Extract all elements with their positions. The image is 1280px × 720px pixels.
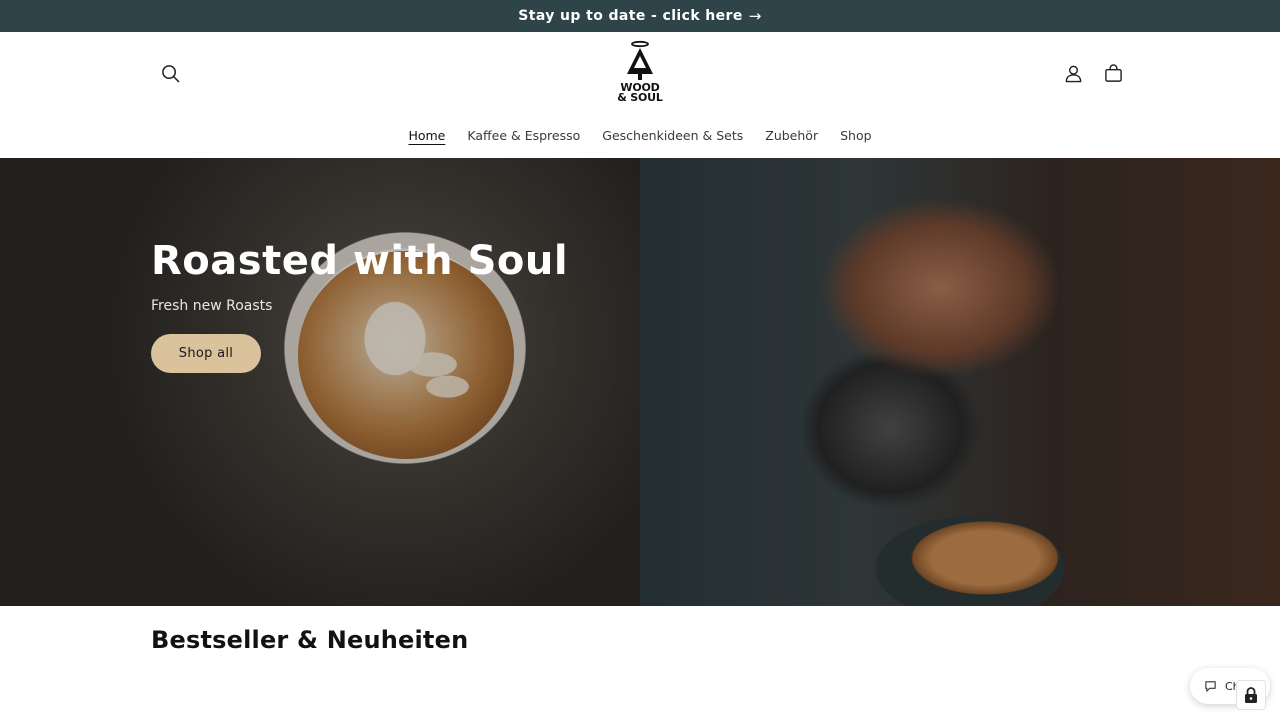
announcement-text: Stay up to date - click here xyxy=(518,8,743,24)
search-icon xyxy=(161,64,179,82)
account-button[interactable] xyxy=(1055,55,1091,91)
hero-title: Roasted with Soul xyxy=(151,238,569,284)
user-icon xyxy=(1065,65,1081,82)
chat-bubble-icon xyxy=(1205,680,1216,692)
search-button[interactable] xyxy=(152,55,188,91)
bag-icon xyxy=(1104,63,1122,82)
hero-banner xyxy=(0,158,1280,606)
logo-text-line-2: & SOUL xyxy=(617,91,663,104)
site-header: WOOD & SOUL Home Kaffee & Espresso Gesch… xyxy=(0,32,1280,158)
lock-icon xyxy=(1245,687,1257,703)
hero-content: Roasted with Soul Fresh new Roasts Shop … xyxy=(151,238,568,373)
logo-text: WOOD & SOUL xyxy=(617,82,663,104)
nav-item-shop[interactable]: Shop xyxy=(829,128,882,143)
lock-button[interactable] xyxy=(1236,680,1266,710)
cart-button[interactable] xyxy=(1095,55,1131,91)
main-nav: Home Kaffee & Espresso Geschenkideen & S… xyxy=(0,128,1280,143)
nav-item-kaffee-espresso[interactable]: Kaffee & Espresso xyxy=(456,128,591,143)
nav-item-zubehoer[interactable]: Zubehör xyxy=(754,128,829,143)
announcement-bar[interactable]: Stay up to date - click here → xyxy=(0,0,1280,32)
logo-mark xyxy=(627,40,653,80)
nav-item-home[interactable]: Home xyxy=(397,128,456,143)
hero-subtitle: Fresh new Roasts xyxy=(151,298,273,314)
logo[interactable]: WOOD & SOUL xyxy=(612,40,668,110)
shop-all-button[interactable]: Shop all xyxy=(151,334,261,373)
arrow-right-icon: → xyxy=(748,7,762,25)
nav-item-geschenkideen-sets[interactable]: Geschenkideen & Sets xyxy=(591,128,754,143)
section-title: Bestseller & Neuheiten xyxy=(151,626,469,654)
hero-overlay xyxy=(0,158,1280,606)
